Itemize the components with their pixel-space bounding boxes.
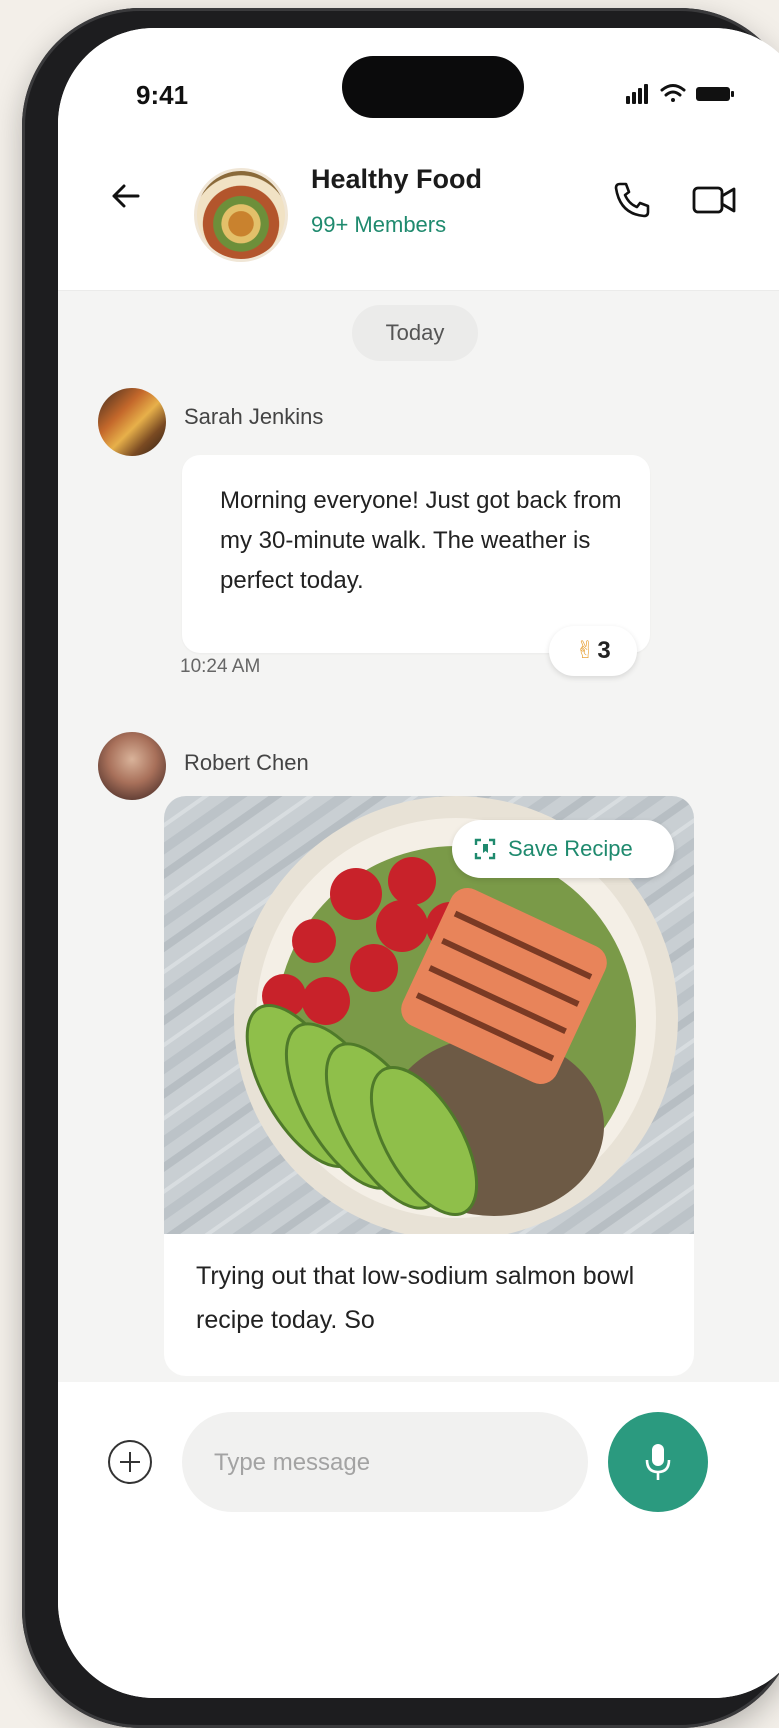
message-input-field[interactable] — [182, 1412, 683, 1514]
message-composer — [58, 1382, 779, 1698]
status-icons — [626, 84, 734, 104]
status-time: 9:41 — [136, 80, 189, 110]
sender-name: Robert Chen — [184, 750, 309, 775]
microphone-icon — [645, 1444, 671, 1480]
message-input[interactable] — [212, 1412, 516, 1514]
plus-circle-icon[interactable] — [108, 1440, 152, 1484]
save-recipe-button[interactable]: Save Recipe — [452, 820, 674, 878]
dynamic-island — [342, 56, 524, 118]
message-text: Morning everyone! Just got back from my … — [220, 487, 622, 594]
clapping-hands-icon: ✌ — [575, 637, 596, 664]
wifi-icon — [660, 84, 686, 102]
photo-message[interactable]: Trying out that low-sodium salmon bowl r… — [164, 796, 694, 1376]
message-caption: Trying out that low-sodium salmon bowl r… — [196, 1262, 635, 1334]
chat-header: Healthy Food 99+ Members — [58, 128, 779, 291]
avatar-robert[interactable] — [98, 732, 166, 800]
group-title[interactable]: Healthy Food — [311, 164, 482, 195]
phone-icon[interactable] — [610, 178, 654, 222]
save-recipe-label: Save Recipe — [508, 836, 633, 861]
avatar-sarah[interactable] — [98, 388, 166, 456]
mic-button[interactable] — [608, 1412, 708, 1512]
battery-icon — [696, 87, 734, 101]
message-time: 10:24 AM — [180, 656, 261, 677]
bookmark-scan-icon — [474, 838, 496, 860]
reaction-badge[interactable]: ✌3 — [549, 626, 637, 676]
signal-icon — [626, 84, 648, 104]
screen: 9:41 Healthy Food 99+ Members Today Sara… — [58, 28, 779, 1698]
phone-frame: 9:41 Healthy Food 99+ Members Today Sara… — [22, 8, 779, 1728]
video-camera-icon[interactable] — [690, 180, 738, 220]
group-avatar[interactable] — [194, 168, 288, 262]
member-count: 99+ Members — [311, 212, 447, 237]
back-arrow-icon[interactable] — [104, 174, 148, 218]
sender-name: Sarah Jenkins — [184, 404, 324, 429]
date-separator: Today — [352, 305, 478, 361]
reaction-count: 3 — [597, 637, 611, 664]
message-bubble[interactable]: Morning everyone! Just got back from my … — [182, 455, 650, 653]
status-bar: 9:41 — [58, 28, 779, 128]
